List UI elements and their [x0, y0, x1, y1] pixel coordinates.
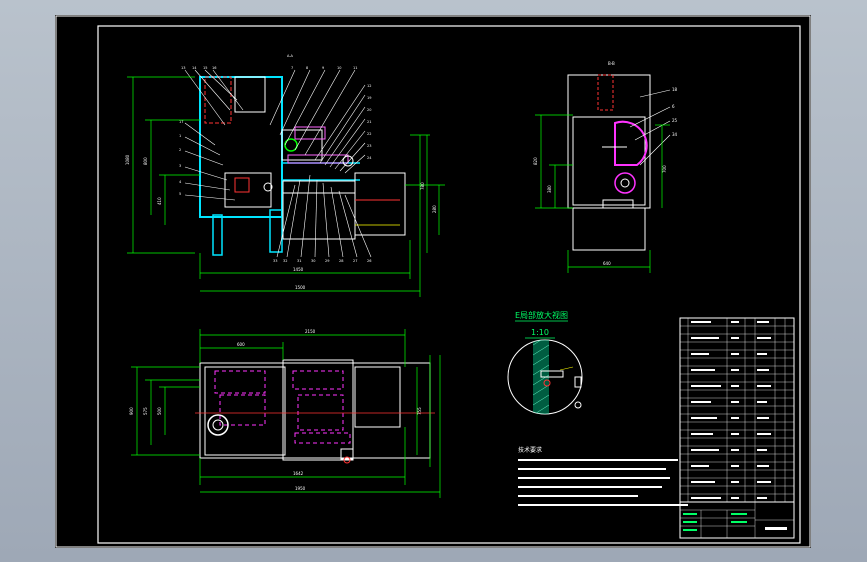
belt-top [287, 154, 349, 164]
svg-text:8: 8 [306, 66, 308, 70]
svg-text:20: 20 [367, 108, 371, 112]
side-view[interactable]: 820 380 640 700 B-B 18 6 25 34 [533, 61, 678, 273]
svg-text:13: 13 [181, 66, 185, 70]
svg-text:18: 18 [672, 87, 678, 92]
svg-text:22: 22 [367, 132, 371, 136]
side-body-outline [567, 74, 651, 209]
svg-text:1500: 1500 [295, 285, 306, 290]
parts-list-rows [680, 318, 794, 503]
title-block-text-marks [683, 513, 747, 531]
svg-text:30: 30 [311, 259, 315, 263]
detail-clip [574, 376, 582, 388]
drawing-sheet[interactable]: 1080 800 410 1450 1500 780 280 13 14 15 16 … [55, 15, 811, 548]
svg-text:24: 24 [367, 156, 372, 160]
svg-text:2: 2 [179, 148, 181, 152]
outlet-body [354, 172, 406, 236]
feed-port-inner [212, 419, 224, 431]
svg-text:755: 755 [417, 407, 422, 415]
side-hopper [597, 74, 614, 111]
svg-text:10: 10 [337, 66, 341, 70]
side-inner-box [572, 116, 646, 206]
svg-text:640: 640 [603, 261, 611, 266]
svg-text:27: 27 [353, 259, 357, 263]
leg-left [212, 214, 223, 256]
svg-text:29: 29 [325, 259, 329, 263]
svg-text:11: 11 [353, 66, 357, 70]
svg-text:31: 31 [297, 259, 301, 263]
svg-text:6: 6 [672, 104, 675, 109]
cad-canvas[interactable]: 1080 800 410 1450 1500 780 280 13 14 15 16 … [55, 15, 811, 548]
svg-text:410: 410 [157, 197, 162, 205]
top-right-section [354, 366, 401, 428]
svg-text:820: 820 [533, 157, 538, 165]
hopper-hidden-line [204, 76, 232, 124]
motor-base [602, 199, 634, 209]
front-view[interactable]: 1080 800 410 1450 1500 780 280 13 14 15 16 … [125, 54, 445, 297]
detail-title: E局部放大视图 [515, 310, 568, 320]
top-left-section [204, 366, 286, 456]
svg-text:380: 380 [547, 185, 552, 193]
svg-text:34: 34 [672, 132, 678, 137]
detail-scale: 1:10 [531, 328, 549, 337]
svg-text:A-A: A-A [287, 54, 294, 58]
svg-text:15: 15 [203, 66, 207, 70]
svg-text:600: 600 [237, 342, 245, 347]
svg-text:23: 23 [367, 144, 371, 148]
svg-text:9: 9 [322, 66, 324, 70]
detail-nut [574, 401, 582, 409]
svg-text:1450: 1450 [293, 267, 304, 272]
svg-text:780: 780 [420, 182, 425, 190]
svg-text:1080: 1080 [125, 154, 130, 165]
title-block-grid [680, 502, 794, 538]
hopper-top [234, 76, 266, 113]
svg-text:12: 12 [367, 84, 371, 88]
svg-text:25: 25 [672, 118, 678, 123]
detail-leader [559, 366, 574, 371]
svg-text:17: 17 [179, 120, 183, 124]
svg-text:33: 33 [273, 259, 277, 263]
drawing-name-mark [765, 527, 787, 530]
svg-text:500: 500 [157, 407, 162, 415]
outer-border [55, 15, 811, 548]
tech-req-lines [518, 459, 688, 506]
svg-text:4: 4 [179, 180, 182, 184]
svg-text:26: 26 [367, 259, 371, 263]
top-view-dimension-text: 2150 600 1642 1950 900 575 500 755 [129, 329, 422, 491]
detail-e-view[interactable]: E局部放大视图 1:10 [507, 310, 583, 419]
drive-wheel [614, 172, 636, 194]
drive-hub [620, 178, 630, 188]
parts-list-table[interactable] [679, 317, 795, 539]
top-outline [199, 362, 431, 459]
svg-text:900: 900 [129, 407, 134, 415]
svg-text:3: 3 [179, 164, 181, 168]
svg-text:1950: 1950 [295, 486, 306, 491]
svg-text:5: 5 [179, 192, 181, 196]
svg-text:1642: 1642 [293, 471, 304, 476]
parts-list-frame [679, 317, 795, 539]
svg-text:700: 700 [662, 165, 667, 173]
svg-text:14: 14 [192, 66, 197, 70]
tech-req-heading: 技术要求 [518, 446, 542, 454]
svg-text:7: 7 [291, 66, 293, 70]
svg-text:1: 1 [179, 134, 181, 138]
top-view[interactable]: 2150 600 1642 1950 900 575 500 755 [129, 329, 441, 498]
svg-text:32: 32 [283, 259, 287, 263]
machine-body-outline [199, 76, 283, 218]
svg-text:2150: 2150 [305, 329, 316, 334]
svg-text:575: 575 [143, 407, 148, 415]
side-view-dimension-text: 820 380 640 700 B-B 18 6 25 34 [533, 61, 678, 266]
svg-text:21: 21 [367, 120, 371, 124]
svg-text:16: 16 [212, 66, 216, 70]
parts-list-text-marks [691, 321, 771, 499]
svg-text:B-B: B-B [608, 61, 615, 66]
technical-requirements: 技术要求 [518, 446, 688, 506]
side-stand [572, 207, 646, 251]
svg-text:28: 28 [339, 259, 343, 263]
motor-terminal [234, 177, 250, 193]
svg-text:800: 800 [143, 157, 148, 165]
front-view-dimensions [127, 76, 445, 297]
svg-text:280: 280 [432, 205, 437, 213]
svg-text:19: 19 [367, 96, 371, 100]
screen-arc [614, 120, 648, 166]
